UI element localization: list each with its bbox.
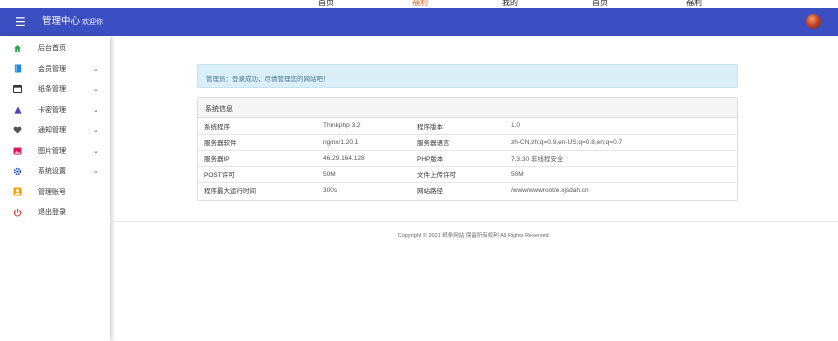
sidebar-item-label: 会员管理: [38, 65, 66, 73]
book-icon: [13, 64, 22, 73]
user-icon: [13, 187, 22, 196]
login-success-alert: 管理员：登录成功，尽情管理您的网站吧！: [197, 64, 738, 88]
sidebar-item-label: 退出登录: [38, 209, 66, 217]
chevron-down-icon: ⌄: [93, 106, 99, 114]
top-link[interactable]: 首页: [318, 0, 334, 8]
avatar[interactable]: [806, 14, 821, 29]
top-link[interactable]: 福利: [686, 0, 702, 8]
sidebar: 后台首页 会员管理 ⌄ 纸条管理 ⌄ 卡密管理 ⌄ 通知管理 ⌄ 图片管理 ⌄ …: [0, 36, 110, 341]
info-key: 系统程序: [204, 123, 230, 131]
top-strip: 首页 福利 我的 首页 福利: [0, 0, 838, 8]
top-link[interactable]: 首页: [592, 0, 608, 8]
info-key: PHP版本: [411, 149, 505, 166]
info-key: 服务器IP: [198, 149, 317, 166]
chevron-down-icon: ⌄: [93, 168, 99, 176]
sidebar-item-notices[interactable]: 通知管理 ⌄: [0, 120, 110, 141]
sidebar-item-home[interactable]: 后台首页: [0, 38, 110, 59]
info-key: 服务器语言: [411, 133, 505, 150]
sidebar-item-label: 图片管理: [38, 147, 66, 155]
table-row: 程序最大运行时间 300s 网站路径 /www/wwwroot/e.xjsdah…: [198, 181, 737, 198]
sidebar-item-images[interactable]: 图片管理 ⌄: [0, 141, 110, 162]
info-value: Thinkphp 3.2: [323, 122, 361, 130]
info-value: zh-CN,zh;q=0.9,en-US;q=0.8,en;q=0.7: [505, 133, 737, 150]
card-icon: [13, 85, 22, 94]
info-value: 7.3.30 非线程安全: [505, 149, 737, 166]
chevron-down-icon: ⌄: [93, 65, 99, 73]
info-value: nginx/1.20.1: [317, 133, 411, 150]
top-link[interactable]: 我的: [502, 0, 518, 8]
table-row: 服务器软件 nginx/1.20.1 服务器语言 zh-CN,zh;q=0.9,…: [198, 133, 737, 150]
system-info-panel: 系统信息 系统程序 Thinkphp 3.2 程序版本 1.0 服务器软件 ng…: [197, 97, 738, 201]
chevron-down-icon: ⌄: [93, 147, 99, 155]
table-row: POST许可 50M 文件上传许可 50M: [198, 165, 737, 182]
sidebar-item-label: 管理账号: [38, 188, 66, 196]
footer-divider: [110, 221, 838, 222]
system-info-table: 系统程序 Thinkphp 3.2 程序版本 1.0 服务器软件 nginx/1…: [198, 118, 737, 198]
app-title: 管理中心: [42, 16, 81, 27]
gear-icon: [13, 167, 22, 176]
sidebar-item-label: 系统设置: [38, 168, 66, 176]
table-row: 服务器IP 46.29.164.128 PHP版本 7.3.30 非线程安全: [198, 149, 737, 166]
chevron-down-icon: ⌄: [93, 127, 99, 135]
heart-icon: [13, 126, 22, 135]
info-value: 300s: [317, 181, 411, 198]
top-link[interactable]: 福利: [412, 0, 428, 8]
sidebar-item-settings[interactable]: 系统设置 ⌄: [0, 161, 110, 182]
info-value: 46.29.164.128: [317, 149, 411, 166]
sidebar-item-logout[interactable]: 退出登录: [0, 202, 110, 223]
copyright-text: Copyright © 2021 纸条网站 保留所有权利 All Rights …: [397, 233, 551, 239]
info-key: 网站路径: [411, 181, 505, 198]
info-value: 50M: [317, 165, 411, 182]
sidebar-item-label: 纸条管理: [38, 86, 66, 94]
sidebar-item-account[interactable]: 管理账号: [0, 182, 110, 203]
info-key: 服务器软件: [198, 133, 317, 150]
info-key: 文件上传许可: [411, 165, 505, 182]
panel-title: 系统信息: [198, 98, 737, 118]
info-key: 程序最大运行时间: [198, 181, 317, 198]
info-key: 程序版本: [417, 123, 443, 131]
sidebar-item-label: 通知管理: [38, 127, 66, 135]
home-icon: [13, 44, 22, 53]
welcome-text: 欢迎你: [82, 19, 103, 26]
menu-toggle-icon[interactable]: ☰: [15, 15, 26, 29]
sidebar-item-notes[interactable]: 纸条管理 ⌄: [0, 79, 110, 100]
main-content: 管理员：登录成功，尽情管理您的网站吧！ 系统信息 系统程序 Thinkphp 3…: [110, 36, 838, 341]
chevron-down-icon: ⌄: [93, 86, 99, 94]
sidebar-item-label: 卡密管理: [38, 106, 66, 114]
image-icon: [13, 146, 22, 155]
sidebar-item-members[interactable]: 会员管理 ⌄: [0, 59, 110, 80]
sidebar-item-cards[interactable]: 卡密管理 ⌄: [0, 100, 110, 121]
top-header: ☰ 管理中心 欢迎你: [0, 8, 838, 36]
sidebar-item-label: 后台首页: [38, 45, 66, 53]
info-key: POST许可: [198, 165, 317, 182]
info-value: /www/wwwroot/e.xjsdah.cn: [505, 181, 737, 198]
table-row: 系统程序 Thinkphp 3.2 程序版本 1.0: [198, 118, 737, 134]
info-value: 1.0: [511, 122, 521, 130]
info-value: 50M: [505, 165, 737, 182]
triangle-icon: [13, 105, 22, 114]
power-icon: [13, 208, 22, 217]
